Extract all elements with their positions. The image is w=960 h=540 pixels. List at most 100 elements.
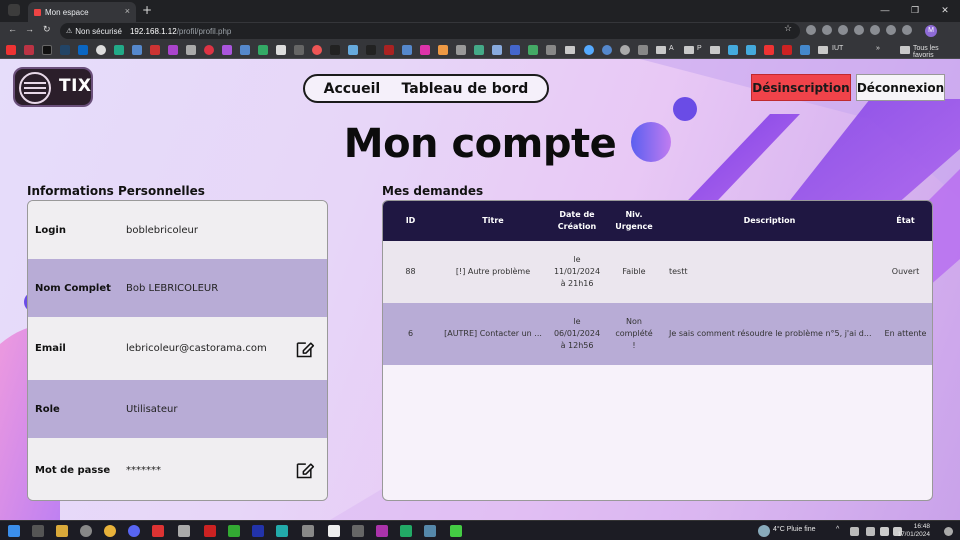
taskbar-app-icon[interactable] xyxy=(450,525,462,537)
bookmark-icon[interactable] xyxy=(348,45,358,55)
bookmark-icon[interactable] xyxy=(204,45,214,55)
bookmark-icon[interactable] xyxy=(276,45,286,55)
bookmark-icon[interactable] xyxy=(222,45,232,55)
extension-icon[interactable] xyxy=(838,25,848,35)
bookmark-icon[interactable] xyxy=(620,45,630,55)
taskbar-app-icon[interactable] xyxy=(252,525,264,537)
tix-logo[interactable]: TIX xyxy=(13,67,93,107)
tab-close-icon[interactable]: × xyxy=(125,6,130,16)
system-clock[interactable]: 16:48 17/01/2024 xyxy=(897,523,930,539)
bookmark-icon[interactable] xyxy=(474,45,484,55)
side-panel-icon[interactable] xyxy=(886,25,896,35)
bookmark-icon[interactable] xyxy=(402,45,412,55)
profile-avatar[interactable]: M xyxy=(925,25,937,37)
table-row[interactable]: 88 [!] Autre problème le 11/01/2024 à 21… xyxy=(383,241,932,303)
bookmark-folder-label[interactable]: A xyxy=(669,45,674,52)
wifi-icon[interactable] xyxy=(880,527,889,536)
pycharm-icon[interactable] xyxy=(228,525,240,537)
taskbar-app-icon[interactable] xyxy=(376,525,388,537)
bookmark-icon[interactable] xyxy=(438,45,448,55)
task-view-icon[interactable] xyxy=(32,525,44,537)
edit-email-icon[interactable] xyxy=(295,339,315,359)
tray-overflow-icon[interactable]: ^ xyxy=(836,526,839,533)
bookmark-folder-icon[interactable] xyxy=(565,46,575,54)
x-bookmark-icon[interactable] xyxy=(42,45,52,55)
warning-icon[interactable]: ⚠ xyxy=(66,27,72,35)
bookmark-folder-icon[interactable] xyxy=(684,46,694,54)
bookmark-icon[interactable] xyxy=(584,45,594,55)
bookmark-icon[interactable] xyxy=(420,45,430,55)
bookmark-icon[interactable] xyxy=(330,45,340,55)
taskbar-app-icon[interactable] xyxy=(152,525,164,537)
bookmark-icon[interactable] xyxy=(800,45,810,55)
bookmark-icon[interactable] xyxy=(746,45,756,55)
bookmark-icon[interactable] xyxy=(258,45,268,55)
bookmark-icon[interactable] xyxy=(456,45,466,55)
file-explorer-icon[interactable] xyxy=(56,525,68,537)
extension-icon[interactable] xyxy=(806,25,816,35)
media-icon[interactable] xyxy=(870,25,880,35)
notification-icon[interactable] xyxy=(944,527,953,536)
bookmark-icon[interactable] xyxy=(168,45,178,55)
bookmark-star-icon[interactable]: ☆ xyxy=(784,24,792,34)
youtube-bookmark-icon[interactable] xyxy=(6,45,16,55)
bookmark-folder-label[interactable]: P xyxy=(697,45,702,52)
back-button[interactable]: ← xyxy=(8,24,17,34)
unsubscribe-button[interactable]: Désinscription xyxy=(751,74,851,101)
new-tab-button[interactable]: + xyxy=(142,3,152,17)
bookmark-icon[interactable] xyxy=(114,45,124,55)
bookmark-icon[interactable] xyxy=(728,45,738,55)
bookmark-icon[interactable] xyxy=(528,45,538,55)
taskbar-app-icon[interactable] xyxy=(178,525,190,537)
discord-icon[interactable] xyxy=(128,525,140,537)
tab-search-icon[interactable] xyxy=(8,4,20,16)
taskbar-app-icon[interactable] xyxy=(424,525,436,537)
bookmark-folder-icon[interactable] xyxy=(656,46,666,54)
bookmark-icon[interactable] xyxy=(546,45,556,55)
tray-icon[interactable] xyxy=(850,527,859,536)
taskbar-app-icon[interactable] xyxy=(80,525,92,537)
browser-tab[interactable]: Mon espace × xyxy=(28,2,136,22)
linkedin-bookmark-icon[interactable] xyxy=(78,45,88,55)
bookmark-icon[interactable] xyxy=(602,45,612,55)
nav-dashboard-link[interactable]: Tableau de bord xyxy=(402,81,529,97)
bookmark-icon[interactable] xyxy=(384,45,394,55)
security-label[interactable]: Non sécurisé xyxy=(75,27,122,36)
bookmark-icon[interactable] xyxy=(294,45,304,55)
close-window-button[interactable]: ✕ xyxy=(930,0,960,22)
bookmarks-overflow-icon[interactable]: » xyxy=(876,45,880,52)
extensions-puzzle-icon[interactable] xyxy=(854,25,864,35)
github-bookmark-icon[interactable] xyxy=(96,45,106,55)
minimize-button[interactable]: — xyxy=(870,0,900,22)
start-windows-icon[interactable] xyxy=(8,525,20,537)
bookmark-icon[interactable] xyxy=(782,45,792,55)
filezilla-icon[interactable] xyxy=(204,525,216,537)
taskbar-app-icon[interactable] xyxy=(328,525,340,537)
taskbar-app-icon[interactable] xyxy=(400,525,412,537)
bookmark-icon[interactable] xyxy=(492,45,502,55)
all-bookmarks-label[interactable]: Tous les favoris xyxy=(913,45,960,59)
bookmark-icon[interactable] xyxy=(60,45,70,55)
extension-icon[interactable] xyxy=(822,25,832,35)
bookmark-icon[interactable] xyxy=(510,45,520,55)
nav-home-link[interactable]: Accueil xyxy=(324,81,381,97)
bookmark-icon[interactable] xyxy=(366,45,376,55)
tray-icon[interactable] xyxy=(866,527,875,536)
download-icon[interactable] xyxy=(902,25,912,35)
table-row[interactable]: 6 [AUTRE] Contacter un ... le 06/01/2024… xyxy=(383,303,932,365)
bookmark-icon[interactable] xyxy=(764,45,774,55)
weather-icon[interactable] xyxy=(758,525,770,537)
bookmark-icon[interactable] xyxy=(132,45,142,55)
forward-button[interactable]: → xyxy=(25,24,34,34)
edit-password-icon[interactable] xyxy=(295,460,315,480)
bookmark-folder-icon[interactable] xyxy=(710,46,720,54)
bookmark-icon[interactable] xyxy=(150,45,160,55)
maximize-button[interactable]: ❐ xyxy=(900,0,930,22)
bookmark-icon[interactable] xyxy=(240,45,250,55)
logout-button[interactable]: Déconnexion xyxy=(856,74,945,101)
taskbar-app-icon[interactable] xyxy=(276,525,288,537)
bookmark-folder-icon[interactable] xyxy=(900,46,910,54)
taskbar-app-icon[interactable] xyxy=(302,525,314,537)
bookmark-folder-icon[interactable] xyxy=(818,46,828,54)
address-bar[interactable]: ⚠ Non sécurisé 192.168.1.12/profil/profi… xyxy=(60,23,800,39)
